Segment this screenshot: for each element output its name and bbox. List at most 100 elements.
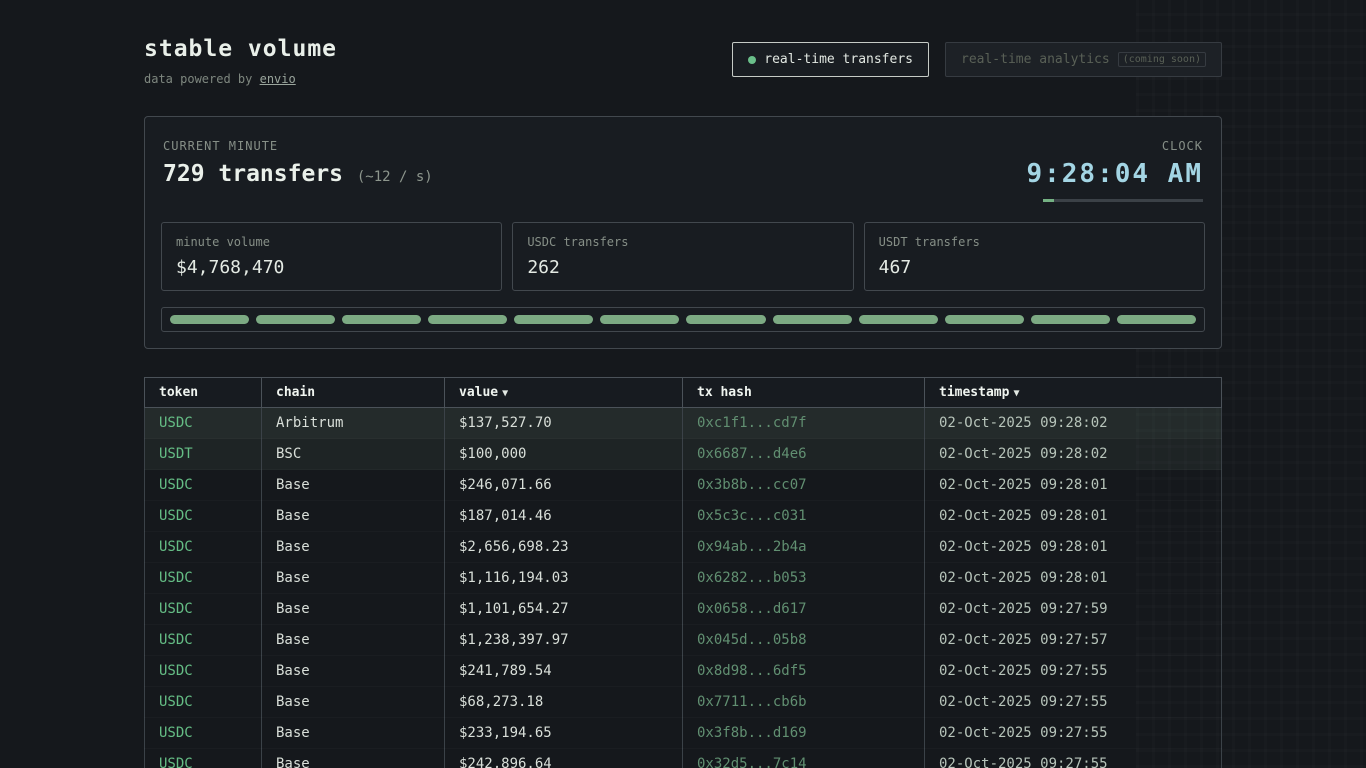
column-header-chain[interactable]: chain xyxy=(262,378,445,408)
chain-cell: Base xyxy=(262,749,445,768)
chain-cell: Base xyxy=(262,625,445,656)
token-cell: USDC xyxy=(145,625,262,656)
token-cell: USDC xyxy=(145,470,262,501)
minute-segment xyxy=(686,315,765,324)
token-cell: USDC xyxy=(145,749,262,768)
transfers-block: CURRENT MINUTE 729 transfers (~12 / s) xyxy=(163,139,433,187)
token-cell: USDC xyxy=(145,656,262,687)
current-minute-label: CURRENT MINUTE xyxy=(163,139,433,153)
stat-minute-volume: minute volume $4,768,470 xyxy=(161,222,502,291)
token-cell: USDC xyxy=(145,501,262,532)
table-row: USDCBase$2,656,698.230x94ab...2b4a02-Oct… xyxy=(145,532,1222,563)
timestamp-cell: 02-Oct-2025 09:28:02 xyxy=(925,439,1222,470)
minute-segment xyxy=(773,315,852,324)
tx-hash-link[interactable]: 0x3f8b...d169 xyxy=(683,718,925,749)
subtitle-text: data powered by xyxy=(144,72,260,86)
timestamp-cell: 02-Oct-2025 09:27:55 xyxy=(925,718,1222,749)
coming-soon-badge: (coming soon) xyxy=(1118,52,1206,67)
sort-desc-icon: ▼ xyxy=(1013,388,1019,399)
title-block: stable volume data powered by envio xyxy=(144,36,337,86)
page-container: stable volume data powered by envio real… xyxy=(144,0,1222,768)
tx-hash-link[interactable]: 0xc1f1...cd7f xyxy=(683,408,925,439)
value-cell: $246,071.66 xyxy=(445,470,683,501)
chain-cell: BSC xyxy=(262,439,445,470)
chain-cell: Base xyxy=(262,718,445,749)
token-cell: USDC xyxy=(145,687,262,718)
minute-segment xyxy=(1117,315,1196,324)
envio-link[interactable]: envio xyxy=(260,72,296,86)
chain-cell: Base xyxy=(262,594,445,625)
live-dot-icon xyxy=(748,56,756,64)
clock-time: 9:28:04 AM xyxy=(1026,159,1203,189)
transfers-table-body: USDCArbitrum$137,527.700xc1f1...cd7f02-O… xyxy=(145,408,1222,768)
column-header-value[interactable]: value▼ xyxy=(445,378,683,408)
tx-hash-link[interactable]: 0x6687...d4e6 xyxy=(683,439,925,470)
view-tabs: real-time transfers real-time analytics … xyxy=(732,42,1222,77)
clock-block: CLOCK 9:28:04 AM xyxy=(1026,139,1203,202)
timestamp-cell: 02-Oct-2025 09:27:57 xyxy=(925,625,1222,656)
token-cell: USDC xyxy=(145,718,262,749)
tx-hash-link[interactable]: 0x8d98...6df5 xyxy=(683,656,925,687)
column-header-tx-hash[interactable]: tx hash xyxy=(683,378,925,408)
value-cell: $241,789.54 xyxy=(445,656,683,687)
timestamp-cell: 02-Oct-2025 09:27:55 xyxy=(925,749,1222,768)
timestamp-cell: 02-Oct-2025 09:28:01 xyxy=(925,470,1222,501)
value-cell: $137,527.70 xyxy=(445,408,683,439)
transfers-table-header: token chain value▼ tx hash timestamp▼ xyxy=(145,378,1222,408)
column-header-token[interactable]: token xyxy=(145,378,262,408)
timestamp-cell: 02-Oct-2025 09:27:55 xyxy=(925,656,1222,687)
page-header: stable volume data powered by envio real… xyxy=(144,36,1222,86)
tx-hash-link[interactable]: 0x3b8b...cc07 xyxy=(683,470,925,501)
token-cell: USDC xyxy=(145,532,262,563)
tx-hash-link[interactable]: 0x94ab...2b4a xyxy=(683,532,925,563)
tx-hash-link[interactable]: 0x045d...05b8 xyxy=(683,625,925,656)
chain-cell: Base xyxy=(262,501,445,532)
tx-hash-link[interactable]: 0x32d5...7c14 xyxy=(683,749,925,768)
column-header-timestamp[interactable]: timestamp▼ xyxy=(925,378,1222,408)
value-cell: $68,273.18 xyxy=(445,687,683,718)
chain-cell: Base xyxy=(262,470,445,501)
value-cell: $187,014.46 xyxy=(445,501,683,532)
token-cell: USDC xyxy=(145,563,262,594)
clock-progress-fill xyxy=(1043,199,1054,202)
table-row: USDCBase$233,194.650x3f8b...d16902-Oct-2… xyxy=(145,718,1222,749)
transfer-rate: (~12 / s) xyxy=(357,169,433,185)
tx-hash-link[interactable]: 0x0658...d617 xyxy=(683,594,925,625)
chain-cell: Arbitrum xyxy=(262,408,445,439)
minute-segment xyxy=(256,315,335,324)
stat-label: minute volume xyxy=(176,235,487,249)
table-row: USDCBase$187,014.460x5c3c...c03102-Oct-2… xyxy=(145,501,1222,532)
tx-hash-link[interactable]: 0x7711...cb6b xyxy=(683,687,925,718)
minute-segment xyxy=(859,315,938,324)
table-row: USDTBSC$100,0000x6687...d4e602-Oct-2025 … xyxy=(145,439,1222,470)
value-cell: $100,000 xyxy=(445,439,683,470)
stat-value: $4,768,470 xyxy=(176,257,487,278)
tab-label: real-time analytics xyxy=(961,52,1110,67)
tx-hash-link[interactable]: 0x5c3c...c031 xyxy=(683,501,925,532)
panel-top: CURRENT MINUTE 729 transfers (~12 / s) C… xyxy=(161,133,1205,202)
table-row: USDCBase$246,071.660x3b8b...cc0702-Oct-2… xyxy=(145,470,1222,501)
sort-desc-icon: ▼ xyxy=(502,388,508,399)
page-title: stable volume xyxy=(144,36,337,62)
minute-segment xyxy=(600,315,679,324)
current-minute-panel: CURRENT MINUTE 729 transfers (~12 / s) C… xyxy=(144,116,1222,349)
value-cell: $1,101,654.27 xyxy=(445,594,683,625)
chain-cell: Base xyxy=(262,656,445,687)
tab-label: real-time transfers xyxy=(764,52,913,67)
subtitle: data powered by envio xyxy=(144,72,337,86)
timestamp-cell: 02-Oct-2025 09:27:59 xyxy=(925,594,1222,625)
stat-value: 467 xyxy=(879,257,1190,278)
stat-label: USDC transfers xyxy=(527,235,838,249)
table-row: USDCBase$1,101,654.270x0658...d61702-Oct… xyxy=(145,594,1222,625)
stat-boxes: minute volume $4,768,470 USDC transfers … xyxy=(161,222,1205,291)
table-row: USDCArbitrum$137,527.700xc1f1...cd7f02-O… xyxy=(145,408,1222,439)
tab-realtime-analytics[interactable]: real-time analytics (coming soon) xyxy=(945,42,1222,77)
timestamp-cell: 02-Oct-2025 09:28:02 xyxy=(925,408,1222,439)
minute-segment xyxy=(428,315,507,324)
table-row: USDCBase$68,273.180x7711...cb6b02-Oct-20… xyxy=(145,687,1222,718)
transfers-line: 729 transfers (~12 / s) xyxy=(163,161,433,187)
table-row: USDCBase$242,896.640x32d5...7c1402-Oct-2… xyxy=(145,749,1222,768)
stat-label: USDT transfers xyxy=(879,235,1190,249)
tx-hash-link[interactable]: 0x6282...b053 xyxy=(683,563,925,594)
tab-realtime-transfers[interactable]: real-time transfers xyxy=(732,42,929,77)
